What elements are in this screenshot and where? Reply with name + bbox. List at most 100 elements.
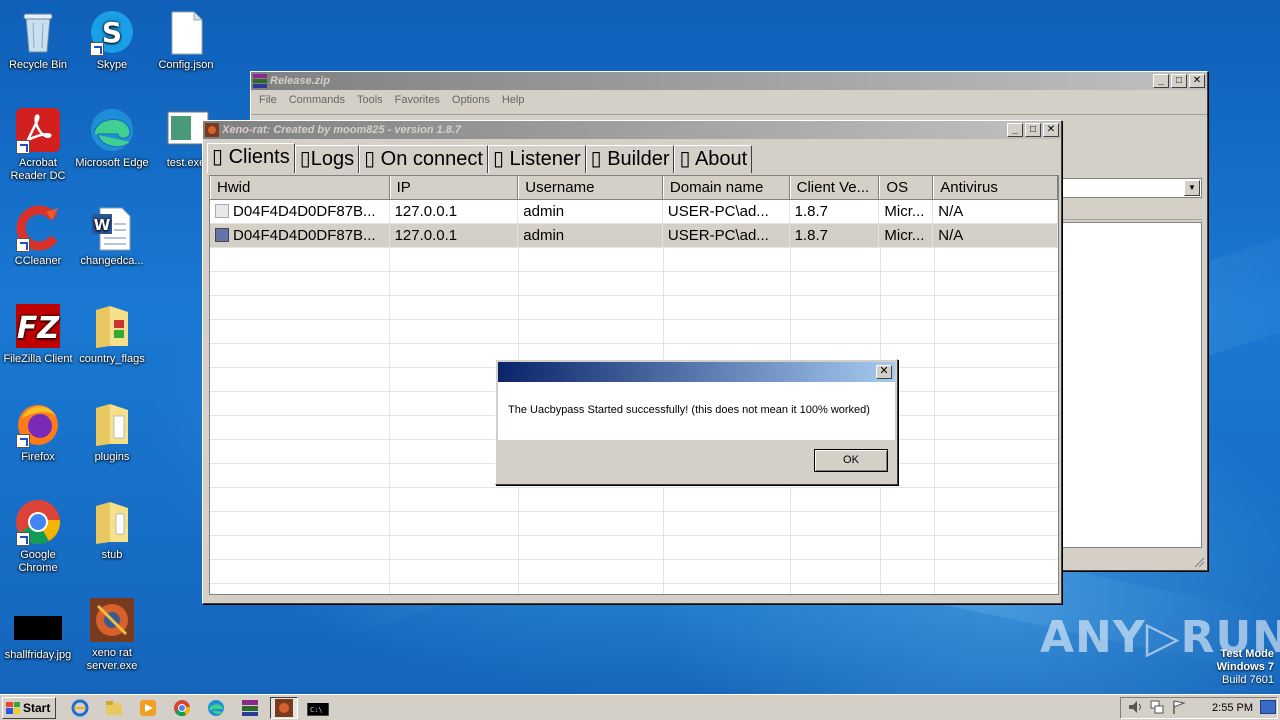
cell-antivirus: N/A bbox=[933, 200, 1058, 223]
show-desktop-icon[interactable] bbox=[1260, 700, 1276, 714]
desktop-icon-config-json[interactable]: Config.json bbox=[148, 8, 224, 72]
taskbar-ie-icon[interactable] bbox=[66, 697, 94, 719]
resize-grip-icon[interactable] bbox=[1193, 556, 1205, 568]
taskbar: Start C:\ 2:55 PM bbox=[0, 694, 1280, 720]
taskbar-edge-icon[interactable] bbox=[202, 697, 230, 719]
desktop-icon-stub[interactable]: stub bbox=[74, 498, 150, 562]
desktop-icon-country-flags[interactable]: country_flags bbox=[74, 302, 150, 366]
file-list[interactable] bbox=[1061, 222, 1202, 548]
xeno-rat-titlebar[interactable]: Xeno-rat: Created by moom825 - version 1… bbox=[203, 121, 1061, 139]
ok-button[interactable]: OK bbox=[814, 449, 888, 472]
xeno-rat-tabs: ▯ Clients ▯Logs ▯ On connect ▯ Listener … bbox=[207, 143, 753, 173]
taskbar-winrar-icon[interactable] bbox=[236, 697, 264, 719]
taskbar-chrome-icon[interactable] bbox=[168, 697, 196, 719]
word-document-icon: W bbox=[88, 204, 136, 252]
column-header-antivirus[interactable]: Antivirus bbox=[933, 176, 1058, 199]
close-button[interactable]: ✕ bbox=[1043, 123, 1059, 137]
menu-favorites[interactable]: Favorites bbox=[389, 94, 446, 106]
edge-icon bbox=[88, 106, 136, 154]
column-header-username[interactable]: Username bbox=[518, 176, 663, 199]
menu-options[interactable]: Options bbox=[446, 94, 496, 106]
dialog-titlebar[interactable]: ✕ bbox=[498, 362, 895, 382]
tab-listener[interactable]: ▯ Listener bbox=[487, 145, 586, 173]
tab-builder[interactable]: ▯ Builder bbox=[585, 145, 675, 173]
menu-commands[interactable]: Commands bbox=[283, 94, 351, 106]
maximize-button[interactable]: □ bbox=[1025, 123, 1041, 137]
close-button[interactable]: ✕ bbox=[1189, 74, 1205, 88]
column-header-ip[interactable]: IP bbox=[389, 176, 519, 199]
taskbar-cmd-icon[interactable]: C:\ bbox=[304, 697, 332, 719]
winrar-icon bbox=[253, 74, 267, 88]
folder-icon bbox=[88, 302, 136, 350]
volume-icon[interactable] bbox=[1127, 699, 1143, 718]
desktop-icon-label: plugins bbox=[94, 451, 130, 463]
desktop-icon-acrobat[interactable]: Acrobat Reader DC bbox=[0, 106, 76, 183]
cell-username: admin bbox=[518, 200, 663, 223]
chevron-down-icon[interactable]: ▼ bbox=[1184, 180, 1200, 196]
svg-text:FZ: FZ bbox=[17, 311, 60, 346]
menu-help[interactable]: Help bbox=[496, 94, 531, 106]
table-row[interactable]: D04F4D4D0DF87B... 127.0.0.1 admin USER-P… bbox=[210, 200, 1058, 224]
desktop-icon-label: stub bbox=[101, 549, 123, 561]
desktop-icon-label: Recycle Bin bbox=[8, 59, 68, 71]
maximize-button[interactable]: □ bbox=[1171, 74, 1187, 88]
desktop-icon-chrome[interactable]: Google Chrome bbox=[0, 498, 76, 575]
desktop-icon-label: CCleaner bbox=[14, 255, 62, 267]
table-row[interactable]: D04F4D4D0DF87B... 127.0.0.1 admin USER-P… bbox=[210, 224, 1058, 248]
cell-ip: 127.0.0.1 bbox=[390, 200, 519, 223]
acrobat-icon bbox=[14, 106, 62, 154]
cell-client-version: 1.8.7 bbox=[790, 224, 880, 247]
message-dialog[interactable]: ✕ The Uacbypass Started successfully! (t… bbox=[495, 359, 898, 485]
desktop-icon-label: xeno rat server.exe bbox=[86, 647, 138, 672]
path-dropdown[interactable]: ▼ bbox=[1061, 178, 1202, 198]
desktop-icon-ccleaner[interactable]: CCleaner bbox=[0, 204, 76, 268]
desktop-icon-plugins[interactable]: plugins bbox=[74, 400, 150, 464]
skype-icon: S bbox=[88, 8, 136, 56]
minimize-button[interactable]: _ bbox=[1007, 123, 1023, 137]
network-icon[interactable] bbox=[1149, 699, 1165, 718]
menu-tools[interactable]: Tools bbox=[351, 94, 389, 106]
svg-text:S: S bbox=[102, 16, 122, 49]
taskbar-xeno-rat-icon[interactable] bbox=[270, 696, 298, 719]
desktop-icon-label: shallfriday.jpg bbox=[4, 649, 72, 661]
taskbar-media-player-icon[interactable] bbox=[134, 697, 162, 719]
cell-hwid: D04F4D4D0DF87B... bbox=[233, 227, 376, 244]
grid-header: Hwid IP Username Domain name Client Ve..… bbox=[210, 176, 1058, 200]
desktop-icon-recycle-bin[interactable]: Recycle Bin bbox=[0, 8, 76, 72]
tab-logs[interactable]: ▯Logs bbox=[294, 145, 360, 173]
column-header-os[interactable]: OS bbox=[879, 176, 934, 199]
dialog-close-button[interactable]: ✕ bbox=[876, 365, 892, 379]
xeno-rat-title: Xeno-rat: Created by moom825 - version 1… bbox=[222, 124, 462, 136]
desktop-icon-firefox[interactable]: Firefox bbox=[0, 400, 76, 464]
desktop-icon-edge[interactable]: Microsoft Edge bbox=[74, 106, 150, 170]
taskbar-clock[interactable]: 2:55 PM bbox=[1212, 702, 1253, 714]
desktop-icon-label: Config.json bbox=[158, 59, 214, 71]
tab-clients[interactable]: ▯ Clients bbox=[207, 143, 295, 173]
desktop-icon-filezilla[interactable]: FZ FileZilla Client bbox=[0, 302, 76, 366]
minimize-button[interactable]: _ bbox=[1153, 74, 1169, 88]
menu-file[interactable]: File bbox=[253, 94, 283, 106]
xeno-rat-icon bbox=[88, 596, 136, 644]
column-header-hwid[interactable]: Hwid bbox=[210, 176, 390, 199]
column-header-domain[interactable]: Domain name bbox=[662, 176, 790, 199]
desktop-icon-xeno-rat-server[interactable]: xeno rat server.exe bbox=[74, 596, 150, 673]
winrar-titlebar[interactable]: Release.zip _ □ ✕ bbox=[251, 72, 1207, 90]
action-center-flag-icon[interactable] bbox=[1171, 699, 1187, 718]
system-tray: 2:55 PM bbox=[1120, 697, 1278, 719]
column-header-client-version[interactable]: Client Ve... bbox=[789, 176, 880, 199]
tab-about[interactable]: ▯ About bbox=[674, 145, 753, 173]
os-label: Windows 7 bbox=[1216, 661, 1274, 673]
winrar-title: Release.zip bbox=[270, 75, 330, 87]
svg-text:W: W bbox=[94, 216, 111, 234]
ccleaner-icon bbox=[14, 204, 62, 252]
desktop-icon-changedca[interactable]: W changedca... bbox=[74, 204, 150, 268]
desktop-icon-shallfriday[interactable]: shallfriday.jpg bbox=[0, 606, 76, 662]
tab-on-connect[interactable]: ▯ On connect bbox=[359, 145, 488, 173]
start-button[interactable]: Start bbox=[2, 696, 56, 719]
xeno-rat-app-icon bbox=[205, 123, 219, 137]
taskbar-explorer-icon[interactable] bbox=[100, 697, 128, 719]
firefox-icon bbox=[14, 400, 62, 448]
client-icon bbox=[215, 204, 229, 218]
build-label: Build 7601 bbox=[1222, 674, 1274, 686]
desktop-icon-skype[interactable]: S Skype bbox=[74, 8, 150, 72]
